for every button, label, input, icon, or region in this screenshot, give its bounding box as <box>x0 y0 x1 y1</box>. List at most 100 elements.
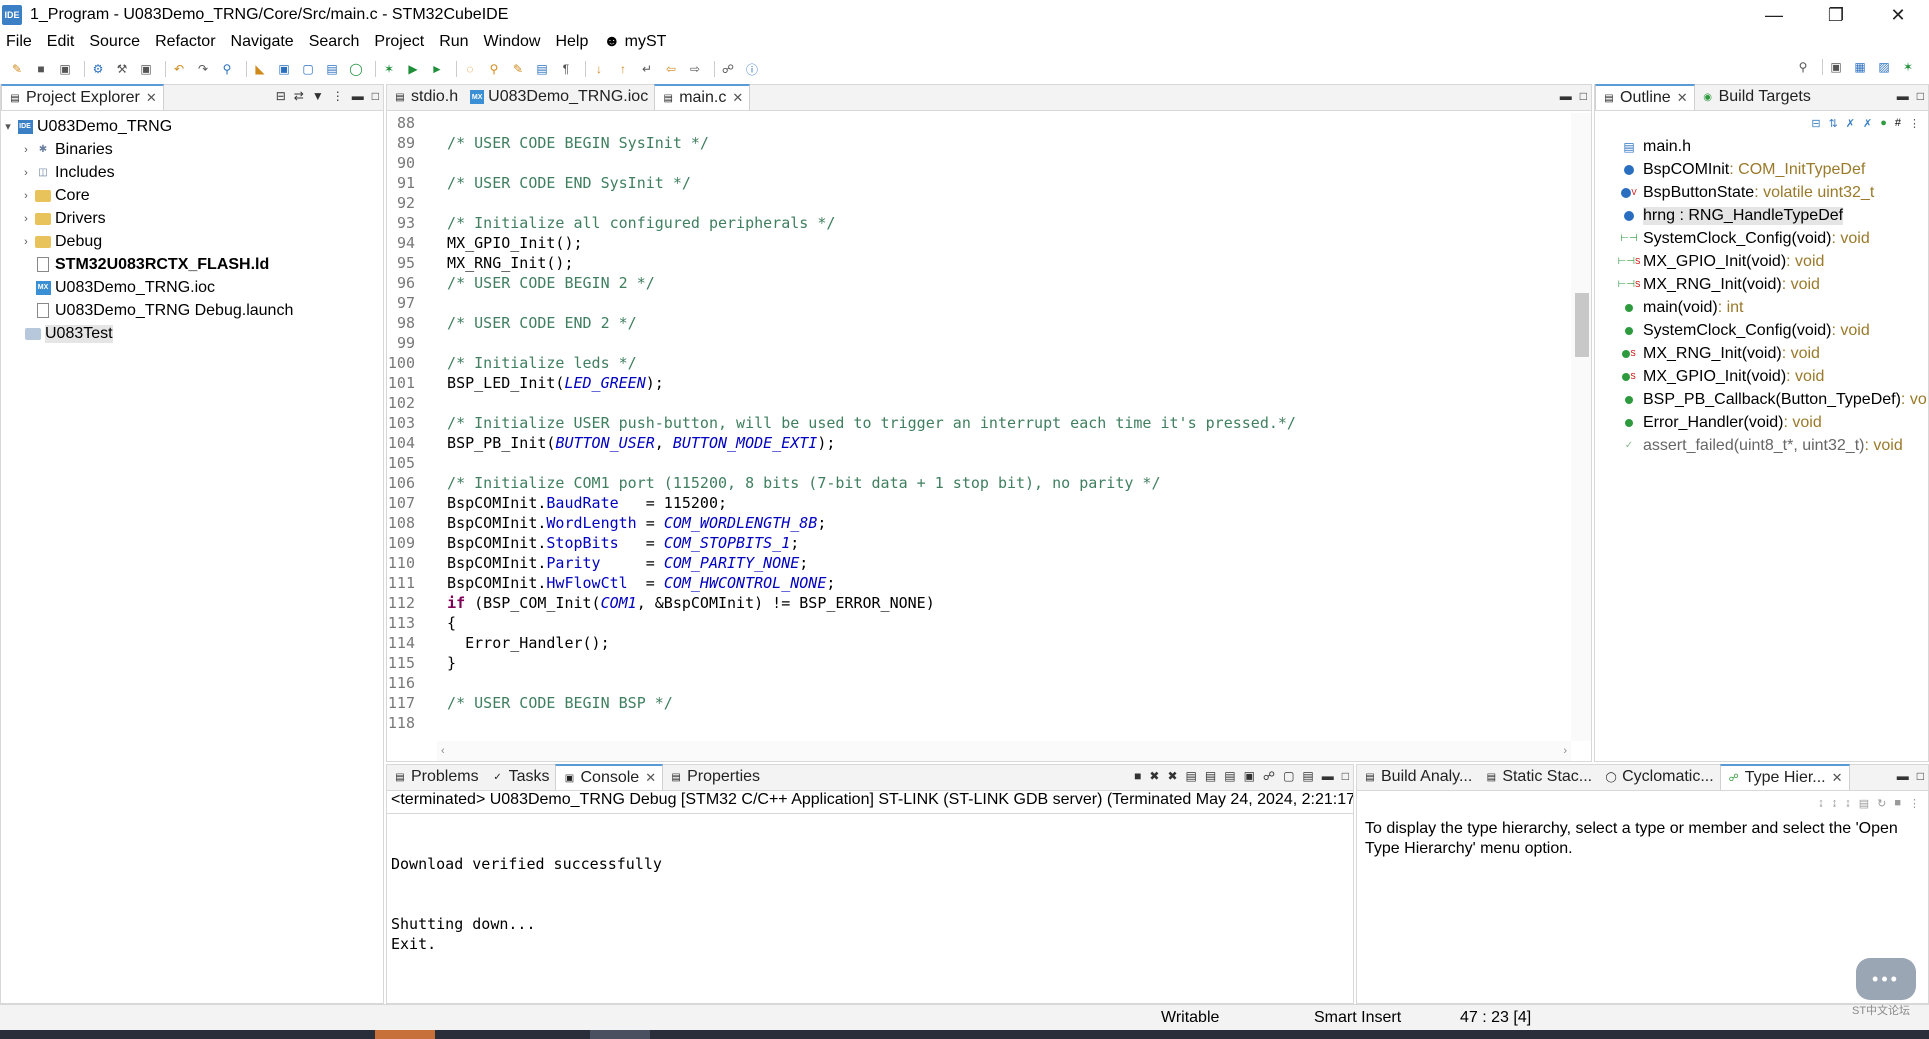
console-output[interactable]: Download verified successfully Shutting d… <box>387 813 1353 954</box>
tab-main-c[interactable]: ▤ main.c ✕ <box>654 84 751 110</box>
tree-item-u083test[interactable]: U083Test <box>1 322 383 345</box>
code-line[interactable]: 89 /* USER CODE BEGIN SysInit */ <box>387 133 1571 153</box>
code-line[interactable]: 109 BspCOMInit.StopBits = COM_STOPBITS_1… <box>387 533 1571 553</box>
view-menu-icon[interactable]: ⋮ <box>332 89 344 103</box>
code-line[interactable]: 99 <box>387 333 1571 353</box>
remove-all-icon[interactable]: ✖ <box>1167 769 1177 783</box>
minimize-view-icon[interactable]: ▬ <box>1897 769 1909 783</box>
menu-myst[interactable]: ☻ myST <box>603 33 666 51</box>
outline-item[interactable]: ▤ main.h <box>1595 135 1928 158</box>
word-wrap-icon[interactable]: ▤ <box>1224 769 1235 783</box>
outline-item[interactable]: Error_Handler(void) : void <box>1595 411 1928 434</box>
close-icon[interactable]: ✕ <box>1832 770 1843 786</box>
tab-project-explorer[interactable]: ▤ Project Explorer ✕ <box>1 84 164 110</box>
device-config-icon[interactable]: ◣ <box>251 61 269 77</box>
pin-console-icon[interactable]: ☍ <box>1263 769 1275 783</box>
clear-console-icon[interactable]: ▤ <box>1186 769 1197 783</box>
menu-source[interactable]: Source <box>89 33 140 51</box>
code-line[interactable]: 105 <box>387 453 1571 473</box>
debug-icon[interactable]: ✶ <box>380 61 398 77</box>
new-c-project-icon[interactable]: ▣ <box>275 61 293 77</box>
tree-item-project[interactable]: ▾ IDE U083Demo_TRNG <box>1 115 383 138</box>
forum-chat-widget[interactable]: ••• ST中文论坛 <box>1848 958 1928 1030</box>
code-area[interactable]: 88 89 /* USER CODE BEGIN SysInit */90 91 /… <box>387 113 1571 741</box>
search-toggle-icon[interactable]: ⚲ <box>218 61 236 77</box>
close-button[interactable]: ✕ <box>1867 0 1929 30</box>
scroll-lock-icon[interactable]: ▤ <box>1205 769 1216 783</box>
toggle-block-icon[interactable]: ▤ <box>533 61 551 77</box>
tab-tasks[interactable]: ✓ Tasks <box>485 764 556 790</box>
minimize-view-icon[interactable]: ▬ <box>352 89 364 103</box>
maximize-button[interactable]: ❐ <box>1805 0 1867 30</box>
code-line[interactable]: 91 /* USER CODE END SysInit */ <box>387 173 1571 193</box>
menu-run[interactable]: Run <box>439 33 468 51</box>
show-supertype-icon[interactable]: ↨ <box>1832 797 1838 809</box>
maximize-view-icon[interactable]: □ <box>1917 89 1924 103</box>
stop-icon[interactable]: ■ <box>1894 797 1901 809</box>
maximize-view-icon[interactable]: □ <box>1342 769 1349 783</box>
tab-build-targets[interactable]: ◉ Build Targets <box>1695 84 1817 110</box>
code-line[interactable]: 118 <box>387 713 1571 733</box>
chevron-right-icon[interactable]: › <box>19 144 33 156</box>
tree-item-debug[interactable]: › Debug <box>1 230 383 253</box>
show-whitespace-icon[interactable]: ¶ <box>557 61 575 77</box>
code-line[interactable]: 116 <box>387 673 1571 693</box>
last-edit-icon[interactable]: ↵ <box>638 61 656 77</box>
scroll-left-icon[interactable]: ‹ <box>441 745 445 757</box>
group-includes-icon[interactable]: # <box>1895 117 1901 129</box>
filter-icon[interactable]: ▼ <box>312 89 324 103</box>
tree-item-includes[interactable]: › ◫ Includes <box>1 161 383 184</box>
code-line[interactable]: 107 BspCOMInit.BaudRate = 115200; <box>387 493 1571 513</box>
open-task-icon[interactable]: ⚲ <box>485 61 503 77</box>
open-type-icon[interactable]: ◌ <box>461 61 479 77</box>
maximize-view-icon[interactable]: □ <box>1580 89 1587 103</box>
save-all-icon[interactable]: ▣ <box>56 61 74 77</box>
build-icon[interactable]: ⚒ <box>113 61 131 77</box>
outline-item[interactable]: SystemClock_Config(void) : void <box>1595 319 1928 342</box>
outline-item[interactable]: S MX_GPIO_Init(void) : void <box>1595 365 1928 388</box>
menu-navigate[interactable]: Navigate <box>231 33 294 51</box>
code-line[interactable]: 96 /* USER CODE BEGIN 2 */ <box>387 273 1571 293</box>
code-line[interactable]: 108 BspCOMInit.WordLength = COM_WORDLENG… <box>387 513 1571 533</box>
tree-item-core[interactable]: › Core <box>1 184 383 207</box>
minimize-view-icon[interactable]: ▬ <box>1897 89 1909 103</box>
menu-refactor[interactable]: Refactor <box>155 33 215 51</box>
link-editor-icon[interactable]: ⇄ <box>294 89 304 103</box>
close-icon[interactable]: ✕ <box>1677 90 1688 106</box>
display-console-icon[interactable]: ▢ <box>1283 769 1294 783</box>
code-line[interactable]: 90 <box>387 153 1571 173</box>
show-on-output-icon[interactable]: ▣ <box>1244 769 1255 783</box>
save-icon[interactable]: ■ <box>32 61 50 77</box>
debug-perspective-icon[interactable]: ✶ <box>1899 59 1917 75</box>
code-line[interactable]: 114 Error_Handler(); <box>387 633 1571 653</box>
open-perspective-icon[interactable]: ▣ <box>1827 59 1845 75</box>
close-icon[interactable]: ✕ <box>645 770 656 786</box>
code-line[interactable]: 95 MX_RNG_Init(); <box>387 253 1571 273</box>
remove-launch-icon[interactable]: ✖ <box>1149 769 1159 783</box>
taskbar-item[interactable] <box>590 1030 650 1039</box>
new-class-icon[interactable]: ▤ <box>323 61 341 77</box>
show-members-icon[interactable]: ▤ <box>1859 797 1869 810</box>
menu-file[interactable]: File <box>6 33 32 51</box>
minimize-view-icon[interactable]: ▬ <box>1322 769 1334 783</box>
open-element-icon[interactable]: ◯ <box>347 61 365 77</box>
code-line[interactable]: 92 <box>387 193 1571 213</box>
code-line[interactable]: 97 <box>387 293 1571 313</box>
build-all-icon[interactable]: ▣ <box>137 61 155 77</box>
code-line[interactable]: 101 BSP_LED_Init(LED_GREEN); <box>387 373 1571 393</box>
code-line[interactable]: 104 BSP_PB_Init(BUTTON_USER, BUTTON_MODE… <box>387 433 1571 453</box>
tree-item-ioc-file[interactable]: MX U083Demo_TRNG.ioc <box>1 276 383 299</box>
tab-static-stack[interactable]: ▤ Static Stac... <box>1478 764 1598 790</box>
show-type-hierarchy-icon[interactable]: ↨ <box>1818 797 1824 809</box>
refresh-icon[interactable]: ↻ <box>1877 797 1886 810</box>
run-icon[interactable]: ▶ <box>404 61 422 77</box>
outline-item[interactable]: main(void) : int <box>1595 296 1928 319</box>
forward-icon[interactable]: ⇨ <box>686 61 704 77</box>
code-line[interactable]: 93 /* Initialize all configured peripher… <box>387 213 1571 233</box>
maximize-view-icon[interactable]: □ <box>1917 769 1924 783</box>
code-line[interactable]: 112 if (BSP_COM_Init(COM1, &BspCOMInit) … <box>387 593 1571 613</box>
maximize-view-icon[interactable]: □ <box>372 89 379 103</box>
menu-edit[interactable]: Edit <box>47 33 75 51</box>
chevron-right-icon[interactable]: › <box>19 236 33 248</box>
next-annotation-icon[interactable]: ↓ <box>590 61 608 77</box>
